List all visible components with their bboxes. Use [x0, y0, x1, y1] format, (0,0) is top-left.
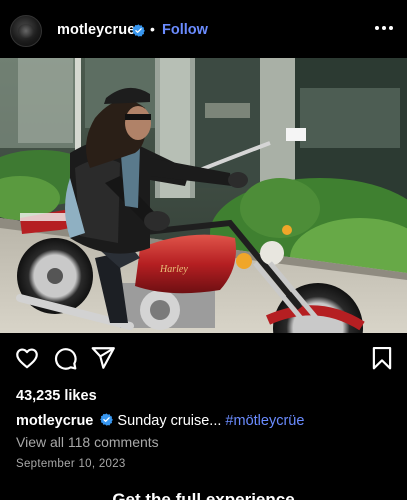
post-photo[interactable]: Harley: [0, 58, 407, 333]
likes-count[interactable]: 43,235 likes: [16, 388, 97, 404]
comment-bubble-icon[interactable]: [52, 345, 78, 371]
svg-text:Harley: Harley: [159, 264, 188, 275]
caption-username[interactable]: motleycrue: [16, 413, 93, 429]
bookmark-icon[interactable]: [369, 345, 395, 371]
caption-text: Sunday cruise...: [117, 413, 222, 429]
post-date: September 10, 2023: [16, 458, 126, 470]
paper-plane-icon[interactable]: [90, 345, 116, 371]
caption: motleycrue Sunday cruise... #mötleycrüe: [16, 413, 304, 429]
username[interactable]: motleycrue: [57, 22, 135, 38]
separator-dot: •: [150, 21, 155, 37]
verified-badge-icon: [132, 24, 145, 37]
action-bar: [0, 345, 407, 377]
view-comments-link[interactable]: View all 118 comments: [16, 434, 159, 450]
avatar[interactable]: [10, 15, 42, 47]
verified-badge-icon: [100, 413, 114, 426]
get-app-banner-title: Get the full experience: [112, 490, 295, 500]
more-horizontal-icon[interactable]: [375, 25, 393, 31]
follow-button[interactable]: Follow: [162, 22, 208, 38]
heart-icon[interactable]: [14, 345, 40, 371]
caption-hashtag[interactable]: #mötleycrüe: [225, 413, 304, 429]
post-header: motleycrue • Follow: [0, 0, 407, 60]
instagram-post: motleycrue • Follow Harley 43,235 likes …: [0, 0, 407, 500]
photo-illustration: Harley: [0, 58, 407, 333]
